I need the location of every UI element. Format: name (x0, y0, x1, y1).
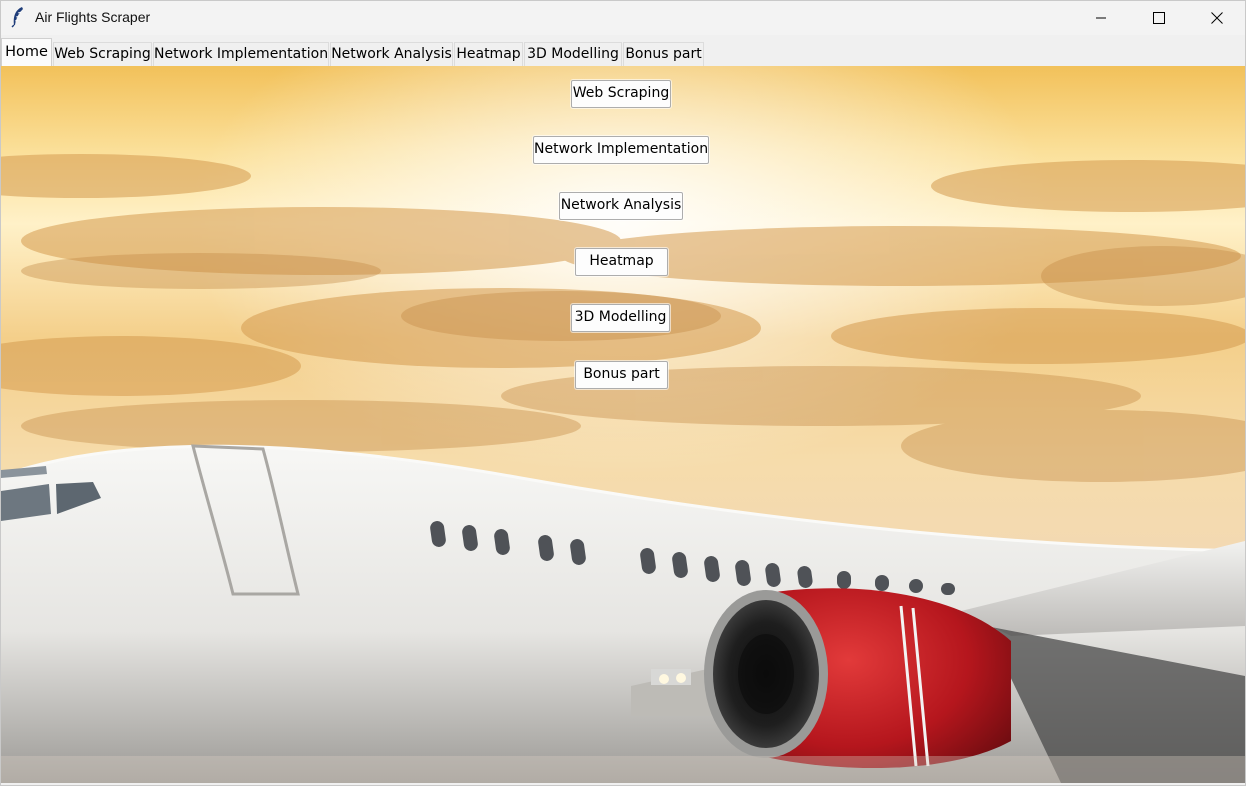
network-implementation-button[interactable]: Network Implementation (533, 136, 709, 164)
minimize-icon (1096, 17, 1106, 19)
tab-home[interactable]: Home (1, 38, 52, 67)
app-window: Air Flights Scraper Home Web Scraping Ne… (0, 0, 1246, 786)
minimize-button[interactable] (1072, 1, 1130, 35)
bonus-part-button[interactable]: Bonus part (575, 361, 668, 389)
network-analysis-button[interactable]: Network Analysis (559, 192, 683, 220)
web-scraping-button[interactable]: Web Scraping (571, 80, 671, 108)
3d-modelling-button[interactable]: 3D Modelling (571, 304, 670, 332)
feather-icon (11, 7, 23, 28)
tab-bonus-part[interactable]: Bonus part (623, 42, 704, 66)
home-panel: Web Scraping Network Implementation Netw… (1, 66, 1245, 783)
close-icon (1211, 12, 1223, 24)
tab-web-scraping[interactable]: Web Scraping (53, 42, 152, 66)
maximize-button[interactable] (1130, 1, 1188, 35)
tab-network-implementation[interactable]: Network Implementation (153, 42, 329, 66)
heatmap-button[interactable]: Heatmap (575, 248, 668, 276)
tab-3d-modelling[interactable]: 3D Modelling (524, 42, 622, 66)
tab-bar: Home Web Scraping Network Implementation… (1, 36, 1245, 67)
window-title: Air Flights Scraper (35, 9, 151, 25)
tab-network-analysis[interactable]: Network Analysis (330, 42, 453, 66)
tab-heatmap[interactable]: Heatmap (454, 42, 523, 66)
maximize-icon (1153, 12, 1165, 24)
title-bar[interactable]: Air Flights Scraper (1, 1, 1245, 35)
airplane-background-image (1, 66, 1245, 783)
close-button[interactable] (1188, 1, 1245, 35)
